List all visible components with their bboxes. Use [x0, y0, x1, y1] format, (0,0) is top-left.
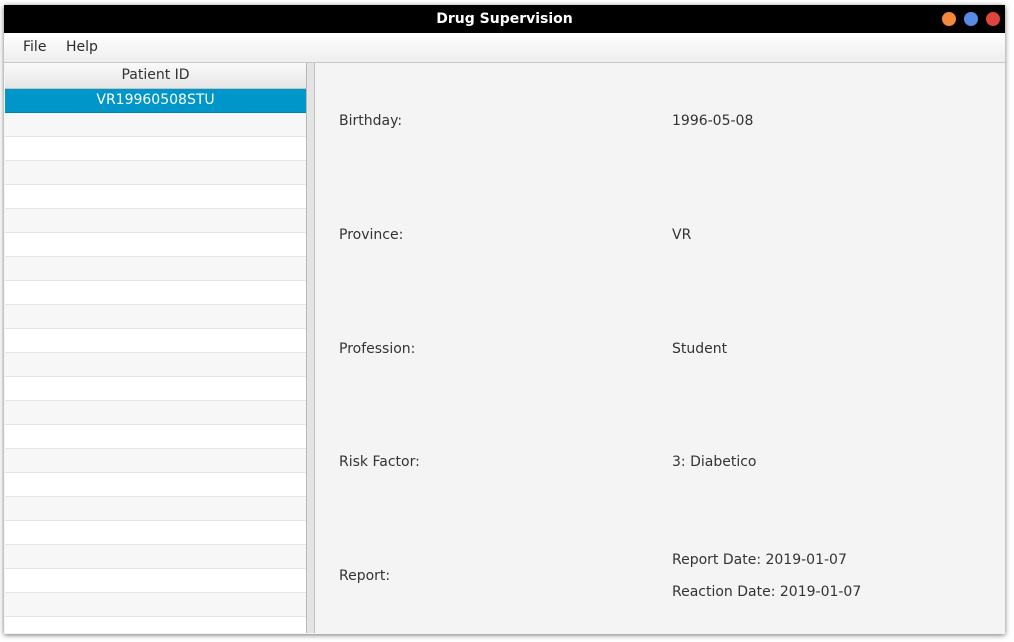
province-value: VR	[672, 227, 692, 243]
empty-row	[5, 185, 306, 209]
patient-list: Patient ID VR19960508STU	[5, 63, 307, 633]
empty-row	[5, 545, 306, 569]
empty-row	[5, 209, 306, 233]
empty-row	[5, 473, 306, 497]
province-label: Province:	[339, 227, 404, 243]
empty-row	[5, 113, 306, 137]
empty-row	[5, 617, 306, 633]
split-divider[interactable]	[307, 63, 315, 633]
empty-row	[5, 305, 306, 329]
profession-value: Student	[672, 341, 728, 357]
empty-row	[5, 593, 306, 617]
patient-row-selected[interactable]: VR19960508STU	[5, 89, 306, 113]
column-header-patient-id[interactable]: Patient ID	[5, 63, 306, 89]
menu-bar: File Help	[4, 33, 1005, 63]
maximize-button[interactable]	[964, 12, 978, 26]
empty-row	[5, 281, 306, 305]
empty-row	[5, 497, 306, 521]
empty-row	[5, 233, 306, 257]
empty-row	[5, 425, 306, 449]
reaction-date-value: Reaction Date: 2019-01-07	[672, 584, 862, 600]
empty-row	[5, 257, 306, 281]
report-label: Report:	[339, 568, 391, 584]
risk-factor-value: 3: Diabetico	[672, 454, 757, 470]
birthday-label: Birthday:	[339, 113, 403, 129]
patient-details: Birthday: 1996-05-08 Province: VR Profes…	[315, 63, 1005, 633]
empty-row	[5, 401, 306, 425]
report-date-value: Report Date: 2019-01-07	[672, 552, 847, 568]
empty-row	[5, 137, 306, 161]
empty-row	[5, 353, 306, 377]
empty-row	[5, 449, 306, 473]
title-bar[interactable]: Drug Supervision	[4, 5, 1005, 33]
risk-factor-label: Risk Factor:	[339, 454, 420, 470]
empty-row	[5, 521, 306, 545]
empty-row	[5, 161, 306, 185]
empty-row	[5, 329, 306, 353]
close-button[interactable]	[986, 12, 1000, 26]
menu-file[interactable]: File	[23, 33, 46, 62]
patient-rows: VR19960508STU	[5, 89, 306, 633]
app-window: Drug Supervision File Help Patient ID VR…	[4, 5, 1005, 634]
empty-row	[5, 569, 306, 593]
window-title: Drug Supervision	[436, 11, 573, 27]
birthday-value: 1996-05-08	[672, 113, 754, 129]
profession-label: Profession:	[339, 341, 416, 357]
minimize-button[interactable]	[942, 12, 956, 26]
menu-help[interactable]: Help	[66, 33, 98, 62]
empty-row	[5, 377, 306, 401]
